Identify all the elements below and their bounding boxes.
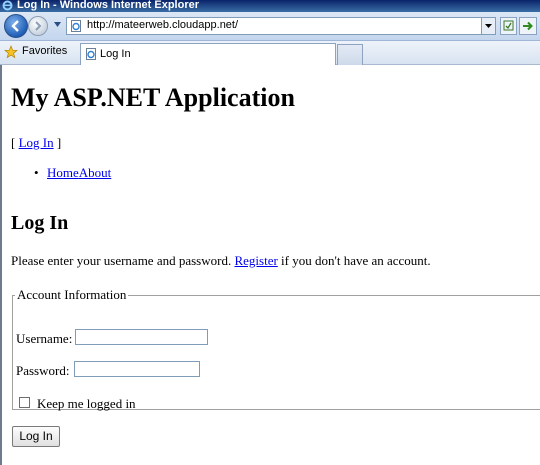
login-instructions: Please enter your username and password.… [11,253,431,269]
register-link[interactable]: Register [234,253,277,268]
login-link[interactable]: Log In [19,135,54,150]
recent-pages-dropdown-icon[interactable] [53,20,62,29]
go-button[interactable] [519,17,537,35]
address-dropdown-button[interactable] [481,18,495,34]
menu-bullet: • [34,165,39,180]
compatibility-view-button[interactable] [500,17,517,35]
app-title: My ASP.NET Application [11,83,295,112]
menu-item-about[interactable]: About [79,165,112,180]
page-content: My ASP.NET Application [ Log In ] • Home… [0,65,540,465]
fieldset-legend: Account Information [17,287,127,302]
username-input[interactable] [75,329,208,345]
ie-icon [2,0,13,11]
address-url[interactable]: http://mateerweb.cloudapp.net/ [87,19,238,31]
login-heading: Log In [11,212,69,234]
chevron-down-icon [485,24,492,28]
ie-page-icon [86,48,96,60]
back-button[interactable] [4,14,28,38]
star-icon [4,45,18,59]
menu-links: HomeAbout [47,165,111,181]
window-titlebar: Log In - Windows Internet Explorer [0,0,540,12]
favorites-label: Favorites [22,45,68,57]
intro-text-after: if you don't have an account. [277,253,431,268]
arrow-left-icon [11,20,19,32]
username-label: Username: [16,331,73,346]
page-icon [71,20,81,32]
password-input[interactable] [74,361,200,377]
remember-me-checkbox[interactable] [19,397,30,408]
tab-log-in[interactable]: Log In [80,43,336,65]
new-tab-button[interactable] [337,44,363,65]
intro-text-before: Please enter your username and password. [11,253,235,268]
password-label: Password: [16,363,70,378]
go-arrow-icon [523,21,533,31]
favorites-tab-bar: Favorites Log In [0,41,540,65]
login-status-suffix: ] [53,135,62,150]
menu-item-home[interactable]: Home [47,165,79,180]
account-information-fieldset: Account Information Username: Password: … [12,287,540,411]
arrow-right-icon [35,21,42,31]
login-status: [ Log In ] [11,135,61,151]
navigation-bar: http://mateerweb.cloudapp.net/ [0,12,540,41]
tab-title: Log In [100,48,131,60]
forward-button[interactable] [28,16,48,36]
window-title: Log In - Windows Internet Explorer [17,0,200,11]
remember-me-label: Keep me logged in [37,396,136,411]
login-status-prefix: [ [11,135,19,150]
compatibility-icon [503,20,514,31]
address-bar[interactable]: http://mateerweb.cloudapp.net/ [66,17,496,35]
login-button[interactable]: Log In [12,426,60,447]
